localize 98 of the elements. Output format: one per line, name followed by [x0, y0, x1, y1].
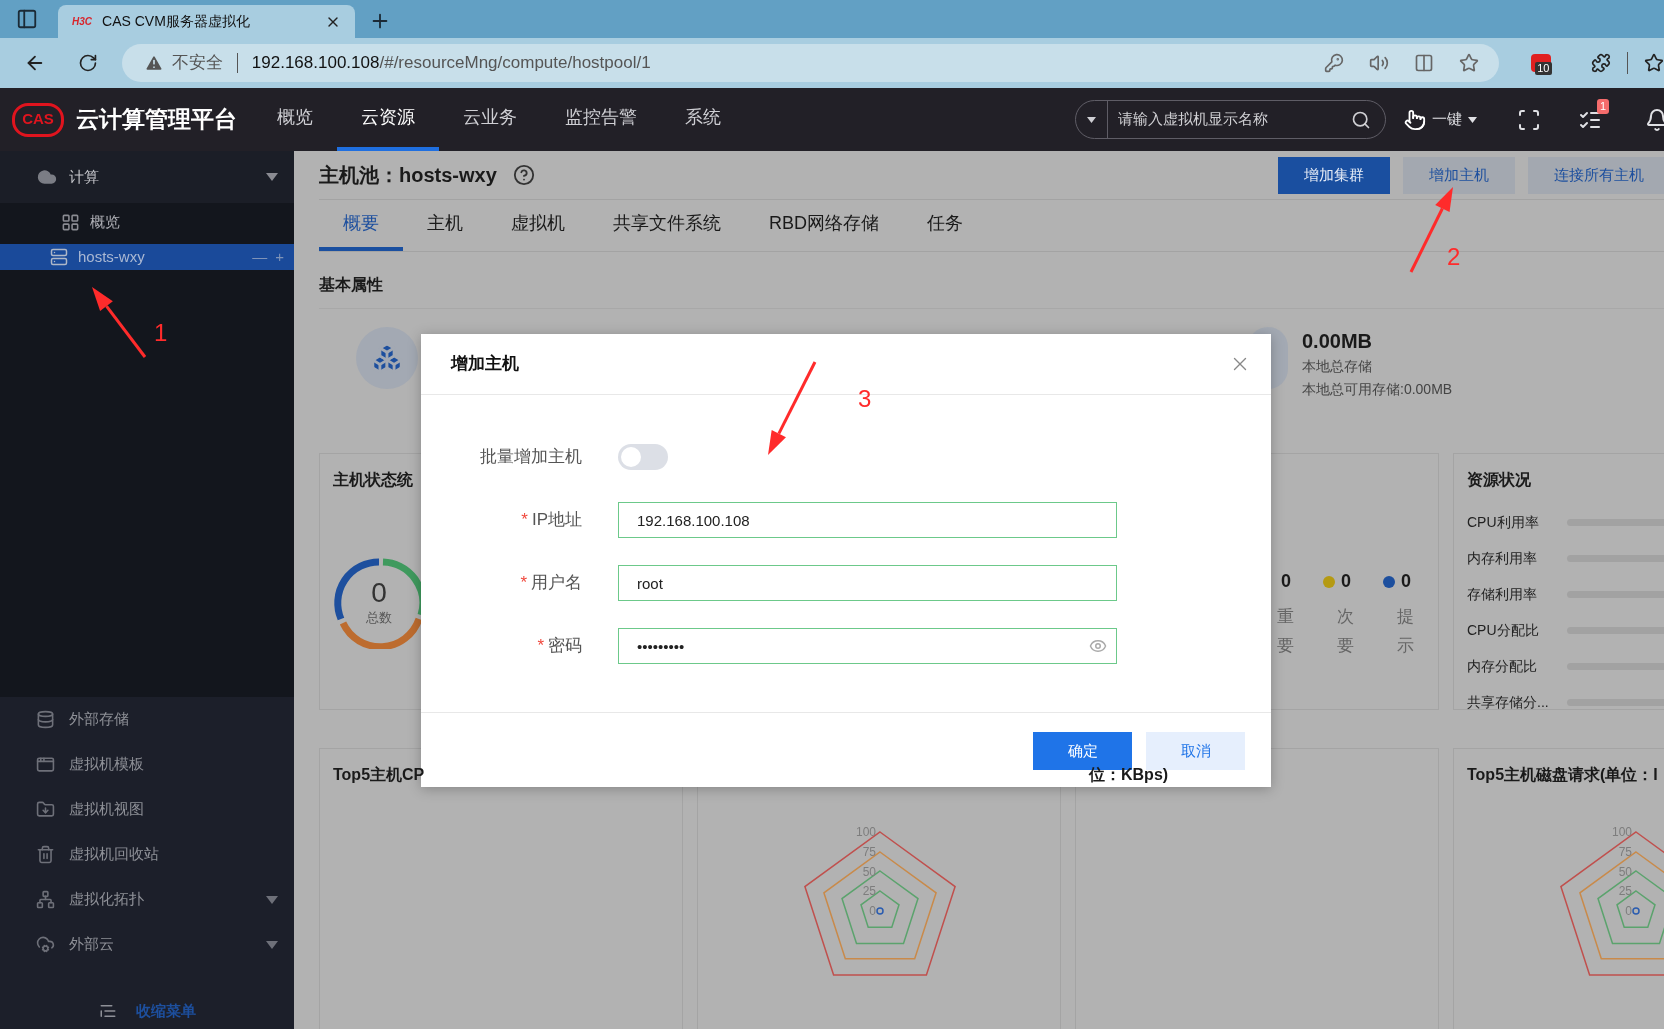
resource-label: 存储利用率	[1467, 584, 1538, 604]
cloud-gear-icon	[36, 935, 55, 954]
search-icon[interactable]	[1351, 109, 1371, 130]
dropdown-caret-icon	[1087, 116, 1096, 123]
bell-icon[interactable]	[1645, 106, 1664, 133]
sidebar-item[interactable]: 虚拟机回收站	[0, 832, 294, 877]
one-click-menu[interactable]: 一键	[1432, 108, 1477, 131]
tab-title: CAS CVM服务器虚拟化	[102, 12, 251, 31]
database-icon	[36, 710, 55, 729]
folder-icon	[36, 800, 55, 819]
url-host: 192.168.100.108	[251, 52, 380, 75]
split-screen-icon[interactable]	[1414, 53, 1435, 73]
extensions-icon[interactable]	[1591, 53, 1612, 73]
logo: CAS	[12, 102, 64, 137]
alarm-count: 0	[1401, 570, 1411, 593]
browser-tab[interactable]: H3C CAS CVM服务器虚拟化	[58, 5, 355, 38]
page-tab[interactable]: RBD网络存储	[745, 200, 903, 251]
alarm-label: 次要	[1337, 606, 1354, 657]
hierarchy-icon	[36, 890, 55, 909]
card-title: Top5主机磁盘请求(单位：I	[1467, 766, 1658, 783]
card-title: 主机状态统	[333, 470, 414, 490]
sidebar-item[interactable]: 虚拟机视图	[0, 787, 294, 832]
fullscreen-icon[interactable]	[1517, 107, 1541, 132]
resource-label: 共享存储分...	[1467, 692, 1550, 712]
caret-icon	[266, 940, 278, 949]
resource-label: 内存利用率	[1467, 548, 1538, 568]
resource-label: 内存分配比	[1467, 656, 1538, 676]
warning-icon	[143, 53, 164, 73]
annotation-number: 3	[858, 384, 872, 414]
sidebar-item[interactable]: 虚拟化拓扑	[0, 877, 294, 922]
storage-label: 本地总存储	[1302, 357, 1373, 376]
reload-icon[interactable]	[77, 53, 98, 73]
field-label: 批量增加主机	[479, 446, 582, 469]
favorite-icon[interactable]	[1459, 53, 1480, 73]
nav-tab[interactable]: 概览	[253, 88, 337, 151]
page-tab[interactable]: 共享文件系统	[589, 200, 745, 251]
read-aloud-icon[interactable]	[1369, 53, 1390, 73]
storage-value: 0.00MB	[1302, 329, 1374, 354]
section-title: 基本属性	[319, 275, 383, 295]
card-title: 资源状况	[1467, 470, 1532, 490]
field-label: * IP地址	[520, 509, 582, 532]
alarm-count: 0	[1281, 570, 1291, 593]
annotation-number: 1	[154, 318, 168, 348]
page-tab[interactable]: 任务	[903, 200, 987, 251]
card-title: Top5主机CP	[333, 766, 425, 783]
field-label: * 用户名	[519, 572, 582, 595]
key-icon[interactable]	[1324, 53, 1345, 73]
alarm-label: 重要	[1277, 606, 1294, 657]
input-field[interactable]: 192.168.100.108	[618, 502, 1117, 538]
trash-icon	[36, 845, 55, 864]
extension-icon[interactable]: 10	[1531, 54, 1552, 72]
resource-label: CPU利用率	[1467, 512, 1540, 532]
alarm-label: 提示	[1397, 606, 1414, 657]
nav-tab[interactable]: 系统	[661, 88, 745, 151]
tasks-badge: 1	[1597, 98, 1610, 114]
total-count: 0	[371, 578, 387, 609]
extension-badge: 10	[1535, 62, 1552, 75]
dialog-title: 增加主机	[451, 353, 519, 376]
resource-label: CPU分配比	[1467, 620, 1540, 640]
address-bar[interactable]: 不安全 192.168.100.108/#/resourceMng/compute/hostpool/1	[121, 44, 1500, 82]
annotation-arrow	[92, 287, 147, 358]
page-title: 主机池：hosts-wxy	[319, 163, 497, 188]
alarm-count: 0	[1341, 570, 1351, 593]
tree-item[interactable]: 概览	[0, 203, 294, 241]
compute-menu[interactable]: 计算	[0, 151, 294, 203]
annotation-number: 2	[1447, 242, 1461, 272]
cloud-icon	[37, 167, 57, 187]
hand-icon	[1404, 107, 1426, 132]
storage-available: 本地总可用存储:0.00MB	[1302, 380, 1453, 399]
search-input[interactable]: 请输入虚拟机显示名称	[1118, 108, 1338, 131]
page-tab[interactable]: 主机	[403, 200, 487, 251]
input-field[interactable]: root	[618, 565, 1117, 601]
caret-icon	[266, 895, 278, 904]
password-field[interactable]: •••••••••	[618, 628, 1117, 664]
page-tab[interactable]: 概要	[319, 200, 403, 251]
tab-actions-icon[interactable]	[16, 8, 38, 30]
menu-label: 计算	[69, 166, 99, 187]
grid-icon	[61, 212, 80, 232]
nav-tab[interactable]: 云业务	[439, 88, 541, 151]
help-icon[interactable]	[512, 164, 535, 186]
favorites-icon[interactable]	[1644, 53, 1664, 73]
window-icon	[36, 755, 55, 774]
sidebar-item[interactable]: 外部存储	[0, 697, 294, 742]
platform-title: 云计算管理平台	[76, 105, 237, 135]
total-label: 总数	[366, 609, 392, 628]
server-icon	[50, 248, 68, 266]
field-label: * 密码	[536, 635, 582, 658]
sidebar-item[interactable]: 虚拟机模板	[0, 742, 294, 787]
caret-icon	[1468, 116, 1477, 123]
sidebar-item[interactable]: 外部云	[0, 922, 294, 967]
nav-tab[interactable]: 监控告警	[541, 88, 661, 151]
toggle-switch[interactable]	[618, 444, 668, 470]
url-path: /#/resourceMng/compute/hostpool/1	[379, 52, 651, 75]
page-tab[interactable]: 虚拟机	[487, 200, 589, 251]
security-label: 不安全	[171, 52, 223, 75]
caret-icon	[266, 173, 278, 181]
favicon: H3C	[72, 15, 92, 29]
action-button[interactable]: 增加集群	[1278, 156, 1390, 194]
